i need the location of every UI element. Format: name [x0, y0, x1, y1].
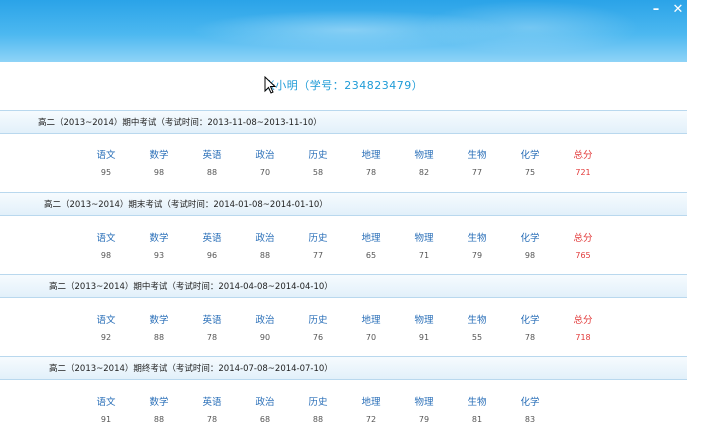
- score-value: 65: [365, 251, 377, 260]
- subject-label: 英语: [202, 315, 222, 326]
- subject-label: 物理: [414, 233, 434, 244]
- subject-label: 数学: [149, 150, 169, 161]
- title-bar: [0, 0, 687, 62]
- total-label: 总分: [573, 233, 593, 244]
- score-value: 75: [524, 168, 536, 177]
- exam-header-1: 高二（2013~2014）期中考试（考试时间：2013-11-08~2013-1…: [0, 110, 687, 134]
- score-value: 58: [312, 168, 324, 177]
- subject-label: 生物: [467, 315, 487, 326]
- score-value: 88: [259, 251, 271, 260]
- total-label: 总分: [573, 150, 593, 161]
- score-value: 78: [365, 168, 377, 177]
- subject-label: 化学: [520, 397, 540, 408]
- subject-label: 生物: [467, 150, 487, 161]
- score-value: 55: [471, 333, 483, 342]
- exam-title: 高二（2013~2014）期中考试（考试时间：2013-11-08~2013-1…: [38, 118, 322, 128]
- subject-label: 生物: [467, 397, 487, 408]
- total-value: 721: [575, 168, 591, 177]
- score-value: 71: [418, 251, 430, 260]
- subject-label: 英语: [202, 233, 222, 244]
- subject-label: 物理: [414, 150, 434, 161]
- subject-label: 语文: [96, 315, 116, 326]
- score-value: 98: [100, 251, 112, 260]
- score-value: 78: [206, 333, 218, 342]
- subject-label: 历史: [308, 315, 328, 326]
- score-value: 88: [206, 168, 218, 177]
- subject-label: 物理: [414, 397, 434, 408]
- score-value: 96: [206, 251, 218, 260]
- subject-label: 生物: [467, 233, 487, 244]
- exam-title: 高二（2013~2014）期中考试（考试时间：2014-04-08~2014-0…: [49, 282, 333, 292]
- score-value: 68: [259, 415, 271, 424]
- score-value: 70: [259, 168, 271, 177]
- score-row-1: 语文 95 数学 98 英语 88 政治 70 历史 58 地理 78 物理 82 生物 77 …: [80, 149, 610, 193]
- score-value: 98: [524, 251, 536, 260]
- subject-label: 数学: [149, 233, 169, 244]
- subject-label: 化学: [520, 233, 540, 244]
- subject-label: 历史: [308, 150, 328, 161]
- score-value: 91: [418, 333, 430, 342]
- subject-label: 地理: [361, 397, 381, 408]
- score-value: 98: [153, 168, 165, 177]
- subject-label: 化学: [520, 315, 540, 326]
- subject-label: 数学: [149, 315, 169, 326]
- subject-label: 英语: [202, 397, 222, 408]
- score-value: 79: [418, 415, 430, 424]
- exam-header-3: 高二（2013~2014）期中考试（考试时间：2014-04-08~2014-0…: [0, 274, 687, 298]
- exam-title: 高二（2013~2014）期终考试（考试时间：2014-07-08~2014-0…: [49, 364, 333, 374]
- score-value: 76: [312, 333, 324, 342]
- window-edge: [687, 0, 713, 436]
- subject-label: 英语: [202, 150, 222, 161]
- score-row-4: 语文 91 数学 88 英语 78 政治 68 历史 88 地理 72 物理 79 生物 81 …: [80, 396, 610, 440]
- student-info: 张小明（学号：234823479）: [263, 79, 424, 92]
- subject-label: 地理: [361, 233, 381, 244]
- exam-title: 高二（2013~2014）期末考试（考试时间：2014-01-08~2014-0…: [44, 200, 328, 210]
- world-map-decoration-right: [420, 0, 640, 55]
- subject-label: 政治: [255, 150, 275, 161]
- total-value: 765: [575, 251, 591, 260]
- score-value: 72: [365, 415, 377, 424]
- score-value: 93: [153, 251, 165, 260]
- subject-label: 政治: [255, 315, 275, 326]
- score-value: 77: [471, 168, 483, 177]
- window-controls: – ✕: [646, 0, 688, 18]
- subject-label: 地理: [361, 150, 381, 161]
- score-value: 81: [471, 415, 483, 424]
- score-value: 88: [153, 333, 165, 342]
- score-value: 70: [365, 333, 377, 342]
- subject-label: 政治: [255, 233, 275, 244]
- subject-label: 历史: [308, 233, 328, 244]
- subject-label: 地理: [361, 315, 381, 326]
- subject-label: 物理: [414, 315, 434, 326]
- score-value: 88: [312, 415, 324, 424]
- subject-label: 历史: [308, 397, 328, 408]
- subject-label: 语文: [96, 233, 116, 244]
- score-value: 92: [100, 333, 112, 342]
- score-row-2: 语文 98 数学 93 英语 96 政治 88 历史 77 地理 65 物理 71 生物 79 …: [80, 232, 610, 276]
- score-value: 79: [471, 251, 483, 260]
- subject-label: 政治: [255, 397, 275, 408]
- mouse-cursor-icon: [264, 76, 276, 94]
- subject-label: 数学: [149, 397, 169, 408]
- score-value: 95: [100, 168, 112, 177]
- score-value: 88: [153, 415, 165, 424]
- score-value: 78: [206, 415, 218, 424]
- subject-label: 语文: [96, 150, 116, 161]
- score-value: 90: [259, 333, 271, 342]
- subject-label: 化学: [520, 150, 540, 161]
- minimize-button[interactable]: –: [646, 0, 666, 18]
- score-value: 77: [312, 251, 324, 260]
- score-row-3: 语文 92 数学 88 英语 78 政治 90 历史 76 地理 70 物理 91 生物 55 …: [80, 314, 610, 358]
- exam-header-4: 高二（2013~2014）期终考试（考试时间：2014-07-08~2014-0…: [0, 356, 687, 380]
- close-button[interactable]: ✕: [668, 0, 688, 18]
- exam-header-2: 高二（2013~2014）期末考试（考试时间：2014-01-08~2014-0…: [0, 192, 687, 216]
- score-value: 83: [524, 415, 536, 424]
- total-value: 718: [575, 333, 591, 342]
- score-report: 张小明（学号：234823479） 高二（2013~2014）期中考试（考试时间…: [0, 62, 687, 436]
- score-value: 82: [418, 168, 430, 177]
- subject-label: 语文: [96, 397, 116, 408]
- total-label: 总分: [573, 315, 593, 326]
- score-value: 78: [524, 333, 536, 342]
- score-value: 91: [100, 415, 112, 424]
